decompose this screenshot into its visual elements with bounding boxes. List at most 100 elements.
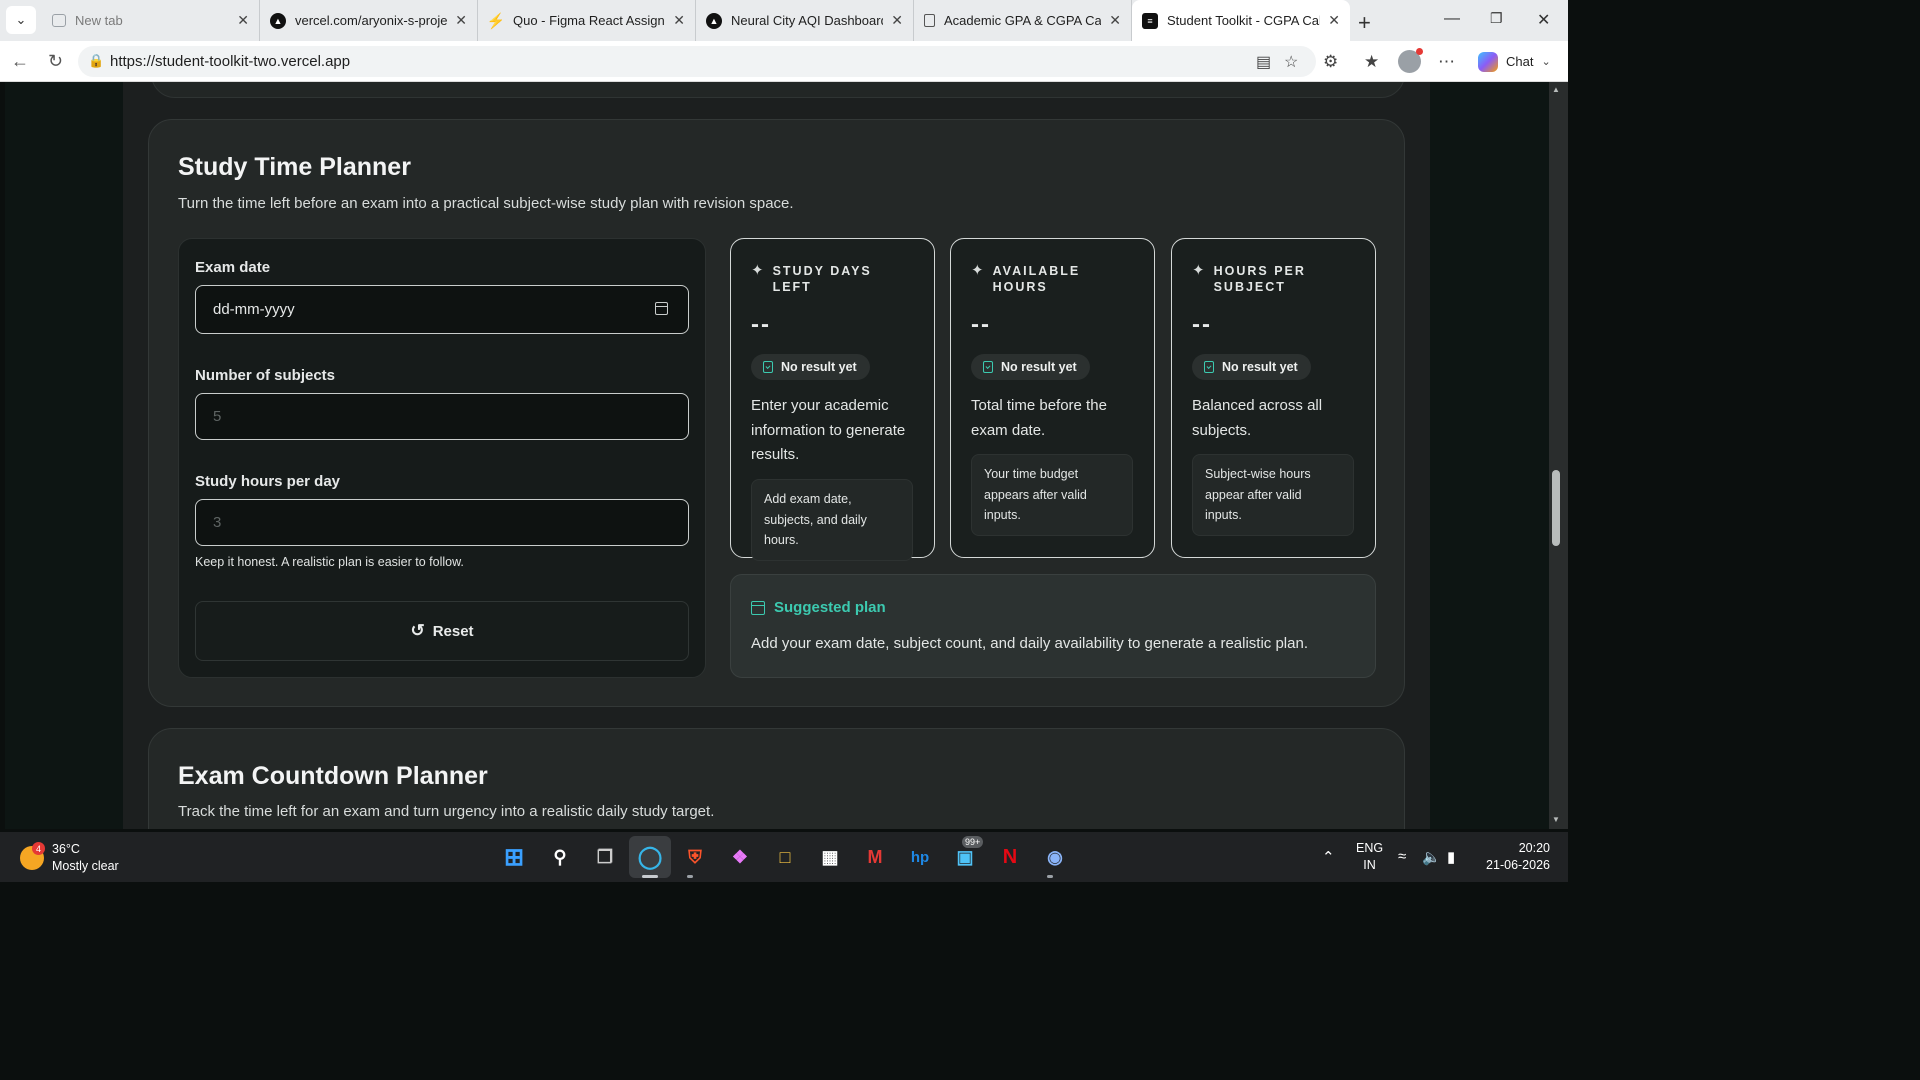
minimize-icon[interactable]: —: [1444, 10, 1460, 28]
tab-academic-gpa[interactable]: Academic GPA & CGPA Calcul ✕: [914, 0, 1132, 41]
suggested-plan-heading: Suggested plan: [751, 599, 886, 616]
file-explorer-icon[interactable]: □: [770, 842, 800, 872]
new-tab-plus-icon[interactable]: +: [1358, 10, 1371, 36]
stat-note: Add exam date, subjects, and daily hours…: [751, 479, 913, 561]
planner-form-panel: Exam date dd-mm-yyyy Number of subjects …: [178, 238, 706, 678]
windows-start-icon[interactable]: ⊞: [499, 842, 529, 872]
subjects-label: Number of subjects: [195, 367, 336, 384]
mcafee-icon[interactable]: M: [860, 842, 890, 872]
stat-description: Total time before the exam date.: [971, 397, 1107, 439]
available-hours-card: ✦ AVAILABLE HOURS -- No result yet Total…: [950, 238, 1155, 558]
reader-view-icon[interactable]: ▤: [1256, 52, 1271, 72]
stat-value: --: [971, 311, 991, 338]
hours-per-day-input[interactable]: 3: [195, 499, 689, 546]
close-tab-icon[interactable]: ✕: [1328, 12, 1340, 29]
page-scrollbar[interactable]: ▲ ▼: [1549, 82, 1568, 829]
suggested-plan-box: Suggested plan Add your exam date, subje…: [730, 574, 1376, 678]
active-indicator: [642, 875, 658, 878]
refresh-icon[interactable]: ↻: [48, 51, 63, 72]
microsoft-store-icon[interactable]: ▦: [815, 842, 845, 872]
copilot-chat-button[interactable]: Chat ⌄: [1472, 48, 1561, 75]
vercel-icon: ▲: [270, 12, 286, 29]
chevron-down-icon: ⌄: [1541, 56, 1551, 68]
weather-alert-badge: 4: [32, 842, 45, 855]
quo-icon: ⚡: [486, 12, 506, 30]
battery-icon[interactable]: ▮: [1447, 848, 1455, 866]
clipboard-check-icon: [1204, 361, 1214, 373]
vercel-icon: ▲: [706, 12, 722, 29]
brave-browser-icon[interactable]: ⛨: [680, 842, 710, 872]
subjects-input[interactable]: 5: [195, 393, 689, 440]
close-tab-icon[interactable]: ✕: [455, 12, 467, 29]
stat-value: --: [751, 311, 771, 338]
weather-widget[interactable]: 4 36°C Mostly clear: [20, 841, 119, 875]
stat-title: HOURS PER SUBJECT: [1213, 264, 1306, 294]
favorite-star-icon[interactable]: ☆: [1284, 52, 1298, 72]
sparkle-icon: ✦: [751, 262, 764, 279]
status-badge: No result yet: [751, 354, 870, 380]
suggested-plan-text: Add your exam date, subject count, and d…: [751, 635, 1308, 652]
edge-browser-icon[interactable]: ◯: [635, 842, 665, 872]
restore-icon[interactable]: ❐: [1490, 10, 1503, 27]
address-toolbar: ← ↻ 🔒 https://student-toolkit-two.vercel…: [0, 41, 1568, 82]
back-arrow-icon[interactable]: ←: [11, 51, 29, 72]
site-info-icon[interactable]: 🔒: [88, 53, 104, 69]
extensions-icon[interactable]: ⚙: [1323, 52, 1338, 72]
clipboard-check-icon: [763, 361, 773, 373]
hours-per-subject-card: ✦ HOURS PER SUBJECT -- No result yet Bal…: [1171, 238, 1376, 558]
scroll-down-icon[interactable]: ▼: [1552, 815, 1560, 824]
running-indicator: [687, 875, 693, 878]
scrollbar-thumb[interactable]: [1552, 470, 1560, 546]
volume-icon[interactable]: 🔈: [1422, 848, 1441, 866]
chat-app-icon[interactable]: ◉: [1040, 842, 1070, 872]
tab-new-tab[interactable]: New tab ✕: [42, 0, 260, 41]
more-menu-icon[interactable]: ⋯: [1438, 52, 1455, 72]
tab-vercel-projects[interactable]: ▲ vercel.com/aryonix-s-projects ✕: [260, 0, 478, 41]
language-indicator[interactable]: ENG IN: [1356, 840, 1383, 874]
stat-description: Balanced across all subjects.: [1192, 397, 1323, 439]
exam-date-input[interactable]: dd-mm-yyyy: [195, 285, 689, 334]
netflix-icon[interactable]: N: [995, 842, 1025, 872]
study-time-planner-section: Study Time Planner Turn the time left be…: [148, 119, 1405, 707]
profile-alert-dot: [1416, 48, 1423, 55]
temperature: 36°C: [52, 842, 80, 856]
favorites-icon[interactable]: ★: [1364, 52, 1379, 72]
tab-neural-city[interactable]: ▲ Neural City AQI Dashboard ✕: [696, 0, 914, 41]
status-badge: No result yet: [1192, 354, 1311, 380]
copilot-app-icon[interactable]: ❖: [725, 842, 755, 872]
stat-note: Your time budget appears after valid inp…: [971, 454, 1133, 536]
calendar-icon: [751, 600, 765, 615]
close-tab-icon[interactable]: ✕: [1109, 12, 1121, 29]
exam-date-label: Exam date: [195, 259, 271, 276]
sparkle-icon: ✦: [971, 262, 984, 279]
tab-actions-chevron-icon[interactable]: ⌄: [6, 6, 36, 34]
previous-section-card: [151, 82, 1405, 98]
reset-icon: ↺: [410, 621, 425, 640]
wifi-icon[interactable]: ≈: [1398, 848, 1406, 865]
close-tab-icon[interactable]: ✕: [237, 12, 249, 29]
url-field[interactable]: 🔒 https://student-toolkit-two.vercel.app…: [78, 46, 1316, 77]
tab-quo-figma[interactable]: ⚡ Quo - Figma React Assignment ✕: [478, 0, 696, 41]
clock[interactable]: 20:20 21-06-2026: [1484, 840, 1550, 874]
scroll-up-icon[interactable]: ▲: [1552, 85, 1560, 94]
close-tab-icon[interactable]: ✕: [891, 12, 903, 29]
tab-student-toolkit[interactable]: ≡ Student Toolkit - CGPA Calcul ✕: [1132, 0, 1350, 41]
calendar-icon[interactable]: [655, 302, 668, 315]
weather-icon: 4: [20, 842, 45, 870]
close-window-icon[interactable]: ✕: [1537, 10, 1550, 30]
new-tab-icon: [52, 14, 66, 27]
weather-condition: Mostly clear: [52, 859, 119, 873]
close-tab-icon[interactable]: ✕: [673, 12, 685, 29]
running-indicator: [1047, 875, 1053, 878]
search-icon[interactable]: ⚲: [545, 842, 575, 872]
sparkle-icon: ✦: [1192, 262, 1205, 279]
stat-title: STUDY DAYS LEFT: [772, 264, 872, 294]
hp-icon[interactable]: hp: [905, 842, 935, 872]
status-badge: No result yet: [971, 354, 1090, 380]
reset-button[interactable]: ↺ Reset: [195, 601, 689, 661]
stat-note: Subject-wise hours appear after valid in…: [1192, 454, 1354, 536]
phone-link-icon[interactable]: ▣ 99+: [950, 836, 984, 872]
hidden-icons-chevron-icon[interactable]: ⌃: [1322, 848, 1335, 866]
task-view-icon[interactable]: ❐: [590, 842, 620, 872]
exam-countdown-section: Exam Countdown Planner Track the time le…: [148, 728, 1405, 829]
